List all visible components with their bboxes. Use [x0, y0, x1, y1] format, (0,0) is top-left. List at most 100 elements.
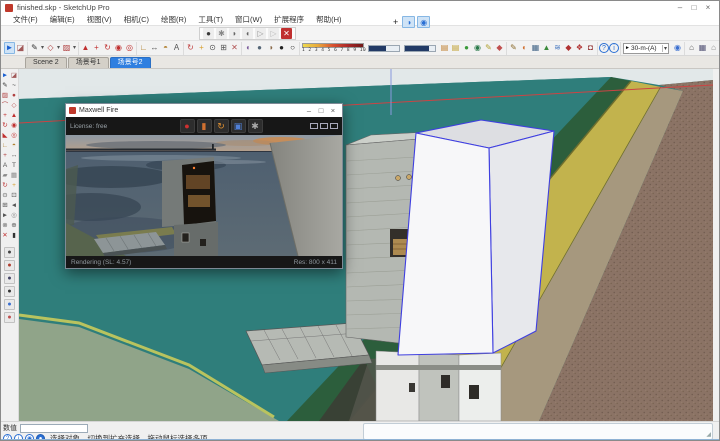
- grid-icon[interactable]: ▦: [697, 42, 708, 54]
- home-icon[interactable]: ⌂: [686, 42, 697, 54]
- monochrome-style-button[interactable]: ●: [276, 42, 287, 54]
- component-globe-icon[interactable]: ◉: [472, 42, 483, 54]
- render-globe-icon[interactable]: ✱: [216, 28, 227, 39]
- menu-item-5[interactable]: 工具(T): [192, 14, 229, 26]
- shape-tool[interactable]: ◇: [45, 42, 56, 54]
- rotate-tool[interactable]: ↻: [1, 121, 9, 130]
- zoom-tool[interactable]: ⊙: [1, 191, 9, 200]
- axes-tool[interactable]: +: [1, 151, 9, 160]
- move-tool[interactable]: +: [91, 42, 102, 54]
- maxwell-view-toggle[interactable]: ◑: [402, 16, 415, 28]
- maximize-button[interactable]: □: [687, 2, 701, 14]
- menu-item-7[interactable]: 扩展程序: [268, 14, 310, 26]
- orbit-tool[interactable]: ↻: [185, 42, 196, 54]
- maxwell-scene-icon[interactable]: ●: [4, 286, 15, 297]
- next-view-tool[interactable]: ►: [1, 211, 9, 220]
- select-tool[interactable]: ►: [1, 71, 9, 80]
- maxwell-help-icon[interactable]: ●: [4, 312, 15, 323]
- folder-icon[interactable]: ▤: [450, 42, 461, 54]
- maxwell-camera-toggle[interactable]: ◉: [417, 16, 430, 28]
- plugin-pencil-icon[interactable]: ✎: [508, 42, 519, 54]
- plugin-clock-icon[interactable]: ◐: [519, 42, 530, 54]
- scene-tab-0[interactable]: Scene 2: [25, 57, 67, 68]
- look-around-tool[interactable]: ⊚: [1, 221, 9, 230]
- textured-style-button[interactable]: ◑: [265, 42, 276, 54]
- close-button[interactable]: ×: [701, 2, 715, 14]
- maxwell-minimize-button[interactable]: –: [303, 105, 315, 117]
- xray-style-button[interactable]: ◐: [243, 42, 254, 54]
- menu-item-1[interactable]: 编辑(E): [44, 14, 81, 26]
- flag-tool-2-icon[interactable]: ▷: [268, 28, 279, 39]
- plugin-burst-icon[interactable]: ❖: [574, 42, 585, 54]
- shadow-month-slider[interactable]: 1 2 3 4 5 6 7 8 9 10 11 12: [302, 43, 364, 53]
- rotate-tool[interactable]: ↻: [102, 42, 113, 54]
- menu-item-4[interactable]: 绘图(R): [155, 14, 192, 26]
- lower-building[interactable]: [376, 351, 501, 421]
- text-tool[interactable]: A: [1, 161, 9, 170]
- one-to-one-button[interactable]: [320, 123, 328, 129]
- maxwell-render-icon[interactable]: ●: [4, 247, 15, 258]
- rectangle-tool[interactable]: ▨: [1, 91, 9, 100]
- text-tool[interactable]: A: [171, 42, 182, 54]
- zoom-extents-tool[interactable]: ⊞: [1, 201, 9, 210]
- fit-view-button[interactable]: [310, 123, 318, 129]
- render-settings-button[interactable]: ✱: [248, 119, 263, 133]
- plugin-chart-icon[interactable]: ▲: [541, 42, 552, 54]
- sphere-import-icon[interactable]: ◖: [242, 28, 253, 39]
- maxwell-fire-icon[interactable]: ●: [4, 260, 15, 271]
- rectangle-tool[interactable]: ▨: [61, 42, 72, 54]
- tape-measure-tool[interactable]: ∟: [1, 141, 9, 150]
- delete-guides-icon[interactable]: ✕: [1, 231, 9, 240]
- save-image-button[interactable]: ▣: [231, 119, 246, 133]
- dimension-tool[interactable]: ↔: [149, 42, 160, 54]
- shaded-style-button[interactable]: ●: [254, 42, 265, 54]
- refresh-render-button[interactable]: ↻: [214, 119, 229, 133]
- follow-me-tool[interactable]: ◉: [10, 121, 18, 130]
- section-plane-tool[interactable]: ▰: [1, 171, 9, 180]
- expand-view-button[interactable]: [330, 123, 338, 129]
- select-tool[interactable]: ►: [4, 42, 15, 54]
- move-tool[interactable]: +: [1, 111, 9, 120]
- protractor-tool[interactable]: ◓: [10, 141, 18, 150]
- maxwell-network-icon[interactable]: ●: [4, 299, 15, 310]
- maxwell-close-button[interactable]: ×: [327, 105, 339, 117]
- paint-bucket-icon[interactable]: ◆: [494, 42, 505, 54]
- orbit-tool[interactable]: ↻: [1, 181, 9, 190]
- close-render-icon[interactable]: ✕: [281, 28, 292, 39]
- plugin-shield-icon[interactable]: ◆: [563, 42, 574, 54]
- plugin-calendar-icon[interactable]: ▦: [530, 42, 541, 54]
- material-box-icon[interactable]: ▤: [439, 42, 450, 54]
- scene-tab-1[interactable]: 场景号1: [68, 57, 109, 68]
- rectangle-tool-dropdown[interactable]: ▾: [72, 42, 77, 54]
- menu-item-0[interactable]: 文件(F): [7, 14, 44, 26]
- help-info-icon[interactable]: i: [609, 43, 619, 53]
- sphere-export-icon[interactable]: ◗: [229, 28, 240, 39]
- line-tool[interactable]: ✎: [29, 42, 40, 54]
- previous-view-tool[interactable]: ✕: [229, 42, 240, 54]
- menu-item-3[interactable]: 相机(C): [118, 14, 155, 26]
- walk-tool[interactable]: ⊕: [10, 221, 18, 230]
- flag-tool-icon[interactable]: ▷: [255, 28, 266, 39]
- pan-tool[interactable]: +: [10, 181, 18, 190]
- arc-tool[interactable]: ⌒: [1, 101, 9, 110]
- scene-tab-2[interactable]: 场景号2: [110, 57, 151, 68]
- pan-tool[interactable]: +: [196, 42, 207, 54]
- binoculars-icon[interactable]: ▮: [10, 231, 18, 240]
- maxwell-fire-window[interactable]: Maxwell Fire – □ × License: free ●▮↻▣✱: [65, 103, 343, 269]
- plan-view-tool[interactable]: ▦: [10, 171, 18, 180]
- wireframe-style-button[interactable]: ○: [287, 42, 298, 54]
- zoom-tool[interactable]: ⊙: [207, 42, 218, 54]
- zoom-window-tool[interactable]: ⊡: [10, 191, 18, 200]
- tape-measure-tool[interactable]: ∟: [138, 42, 149, 54]
- maxwell-sphere-icon[interactable]: ◉: [672, 42, 683, 54]
- protractor-tool[interactable]: ◓: [160, 42, 171, 54]
- measurements-input[interactable]: [20, 424, 88, 433]
- previous-view-tool[interactable]: ◄: [10, 201, 18, 210]
- style-dropdown[interactable]: ►30-m-(A)▾: [623, 43, 669, 54]
- selected-white-box[interactable]: [398, 120, 554, 355]
- dimension-tool[interactable]: ↔: [10, 151, 18, 160]
- zoom-extents-tool[interactable]: ⊞: [218, 42, 229, 54]
- help-question-icon[interactable]: ?: [599, 43, 609, 53]
- plugin-waves-icon[interactable]: ≋: [552, 42, 563, 54]
- circle-tool[interactable]: ●: [10, 91, 18, 100]
